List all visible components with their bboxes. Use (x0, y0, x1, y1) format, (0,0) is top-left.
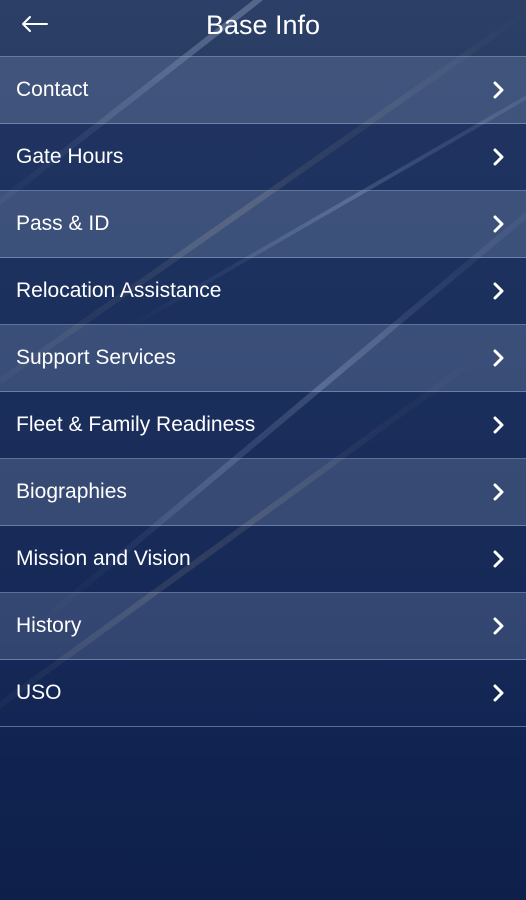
menu-item-label: Pass & ID (16, 212, 110, 235)
menu-item-label: USO (16, 681, 62, 704)
menu-item-uso[interactable]: USO (0, 660, 526, 727)
chevron-right-icon (493, 148, 504, 166)
menu-item-label: Gate Hours (16, 145, 124, 168)
chevron-right-icon (493, 282, 504, 300)
menu-item-label: Mission and Vision (16, 547, 191, 570)
page-title: Base Info (205, 10, 321, 40)
menu-item-mission-and-vision[interactable]: Mission and Vision (0, 526, 526, 593)
menu-item-fleet-family-readiness[interactable]: Fleet & Family Readiness (0, 392, 526, 459)
menu-item-label: History (16, 614, 82, 637)
menu-item-label: Relocation Assistance (16, 279, 222, 302)
menu-item-label: Contact (16, 78, 89, 101)
header-bar: Base Info (0, 0, 526, 52)
menu-item-label: Fleet & Family Readiness (16, 413, 256, 436)
chevron-right-icon (493, 416, 504, 434)
chevron-right-icon (493, 684, 504, 702)
chevron-right-icon (493, 215, 504, 233)
menu-item-label: Biographies (16, 480, 127, 503)
chevron-right-icon (493, 483, 504, 501)
chevron-right-icon (493, 349, 504, 367)
menu-item-label: Support Services (16, 346, 176, 369)
menu-item-support-services[interactable]: Support Services (0, 325, 526, 392)
menu-item-gate-hours[interactable]: Gate Hours (0, 124, 526, 191)
chevron-right-icon (493, 550, 504, 568)
base-info-menu: Contact Gate Hours Pass & ID Relocation … (0, 56, 526, 727)
menu-item-biographies[interactable]: Biographies (0, 459, 526, 526)
menu-item-history[interactable]: History (0, 593, 526, 660)
menu-item-contact[interactable]: Contact (0, 56, 526, 124)
chevron-right-icon (493, 81, 504, 99)
chevron-right-icon (493, 617, 504, 635)
base-info-screen: Base Info Contact Gate Hours Pass & ID R… (0, 0, 526, 900)
menu-item-relocation-assistance[interactable]: Relocation Assistance (0, 258, 526, 325)
menu-item-pass-and-id[interactable]: Pass & ID (0, 191, 526, 258)
